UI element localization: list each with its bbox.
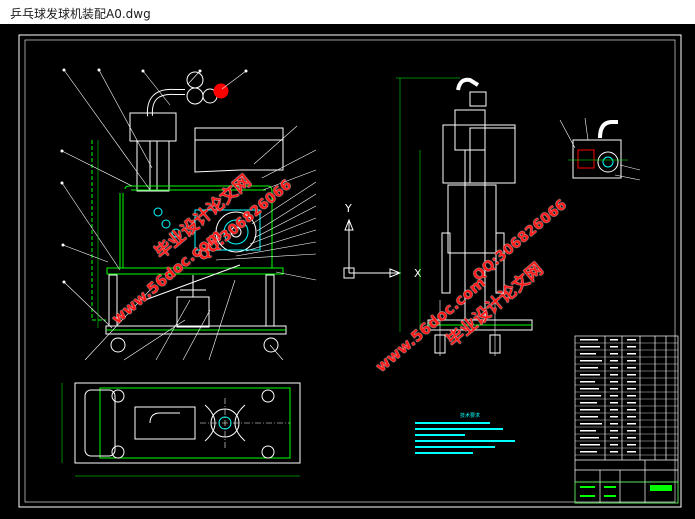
ucs-icon — [343, 218, 402, 279]
cad-drawing-canvas[interactable]: Y X 技术要求 毕业设计论文网 QQ:306826066 www.56doc.… — [0, 24, 695, 519]
technical-notes — [415, 422, 515, 454]
axis-x-label: X — [414, 267, 422, 280]
title-block-green — [580, 485, 672, 497]
top-view — [61, 382, 301, 477]
parts-list-text — [580, 339, 636, 453]
window-titlebar: 乒乓球发球机装配A0.dwg — [0, 0, 695, 24]
detail-view — [559, 117, 641, 181]
inner-border — [24, 39, 676, 503]
window-title: 乒乓球发球机装配A0.dwg — [10, 7, 151, 21]
notes-heading: 技术要求 — [460, 412, 480, 419]
axis-y-label: Y — [344, 202, 352, 215]
cad-drawing: Y X 技术要求 — [18, 34, 682, 508]
